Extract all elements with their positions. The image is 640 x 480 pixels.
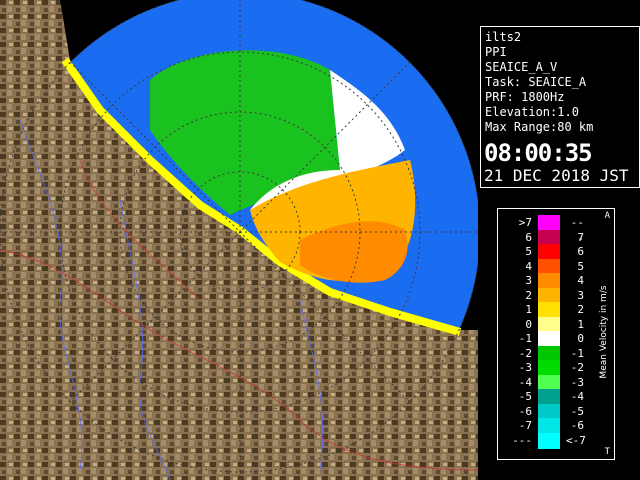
info-line-5: PRF: 1800Hz <box>485 90 565 104</box>
legend-color-swatch <box>538 432 560 449</box>
radar-map-image <box>0 0 478 480</box>
legend-row-upper: <-7 <box>566 433 586 447</box>
radar-info-panel: ilts2 PPI SEAICE_A_V Task: SEAICE_A PRF:… <box>480 26 640 188</box>
radar-ppi-map <box>0 0 478 480</box>
info-line-2: PPI <box>485 45 507 59</box>
info-line-7: Max Range:80 km <box>485 120 594 134</box>
legend-corner-bottom: T <box>604 447 610 457</box>
info-time: 08:00:35 <box>484 139 593 167</box>
info-date: 21 DEC 2018 JST <box>484 166 629 185</box>
legend-title: Mean Velocity in m/s <box>599 285 609 379</box>
legend-row-lower: --- <box>512 433 532 447</box>
legend-corner-top: A <box>604 211 610 221</box>
info-line-1: ilts2 <box>485 30 522 44</box>
velocity-legend: >7 --- 6 7 5 6 4 5 3 4 2 3 1 2 0 1 -1 0 -2 -1 -3 -2 -4 -3 -5 -4 -6… <box>497 208 615 460</box>
info-line-4: Task: SEAICE_A <box>485 75 587 89</box>
info-line-6: Elevation:1.0 <box>485 105 579 119</box>
info-line-3: SEAICE_A_V <box>485 60 558 74</box>
legend-title-container: Mean Velocity in m/s <box>594 227 614 447</box>
